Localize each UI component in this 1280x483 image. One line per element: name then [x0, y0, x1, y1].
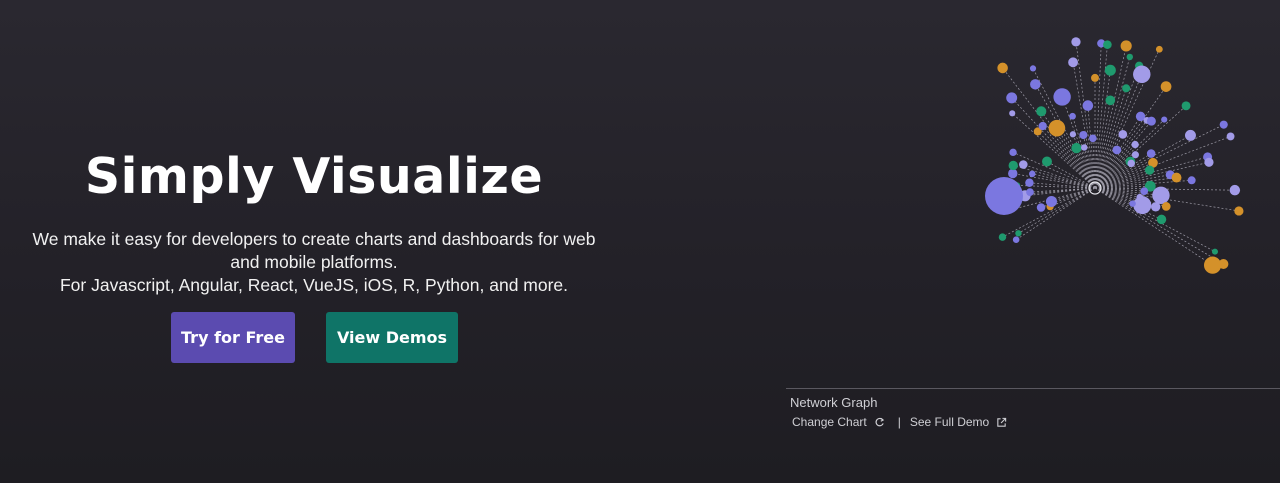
graph-node	[1184, 129, 1196, 141]
graph-node	[1008, 160, 1018, 171]
graph-node	[1131, 140, 1139, 149]
graph-node	[1068, 57, 1078, 68]
graph-node	[1053, 88, 1071, 106]
graph-node	[1029, 65, 1037, 72]
graph-node	[1048, 119, 1066, 137]
graph-node	[1082, 100, 1094, 111]
try-for-free-button[interactable]: Try for Free	[171, 312, 295, 363]
graph-node	[1105, 95, 1116, 106]
graph-node	[1103, 40, 1112, 49]
chart-caption: Network Graph Change Chart | See Full De…	[786, 388, 1280, 429]
graph-node	[998, 233, 1007, 241]
graph-node	[1036, 203, 1046, 212]
graph-node	[1120, 40, 1132, 52]
graph-edge	[1094, 100, 1111, 189]
graph-edge	[1094, 187, 1162, 220]
graph-node	[1181, 101, 1191, 111]
graph-node	[1152, 186, 1170, 205]
graph-node	[1036, 106, 1047, 117]
graph-node	[1204, 157, 1214, 167]
graph-node	[1161, 116, 1168, 123]
graph-node	[1187, 176, 1196, 185]
graph-edge	[1094, 44, 1108, 189]
graph-node	[1226, 132, 1235, 141]
graph-node	[1029, 170, 1036, 178]
change-chart-link[interactable]: Change Chart	[792, 415, 885, 429]
graph-edge	[1011, 97, 1096, 189]
change-chart-label: Change Chart	[792, 415, 867, 429]
graph-node	[1203, 256, 1222, 274]
graph-node	[1211, 248, 1218, 255]
graph-node	[1171, 172, 1182, 183]
graph-node	[1146, 116, 1156, 126]
graph-edge	[1094, 56, 1131, 189]
graph-node	[1146, 149, 1156, 158]
graph-edge	[1049, 187, 1096, 207]
graph-edge	[1075, 41, 1096, 189]
external-link-icon	[997, 417, 1007, 427]
graph-node	[1012, 236, 1020, 244]
graph-edge	[1061, 96, 1096, 189]
graph-node	[1026, 188, 1034, 196]
graph-node	[1219, 120, 1228, 129]
graph-node	[1009, 110, 1016, 117]
refresh-icon	[875, 417, 884, 426]
graph-node	[1081, 144, 1088, 151]
graph-nodes	[985, 37, 1244, 274]
chart-links: Change Chart | See Full Demo	[792, 415, 1007, 429]
link-separator: |	[897, 415, 901, 429]
graph-node	[1229, 184, 1241, 196]
subtitle-line: We make it easy for developers to create…	[32, 229, 596, 249]
network-graph[interactable]	[960, 30, 1260, 350]
graph-node	[985, 177, 1023, 215]
graph-node	[1155, 45, 1163, 53]
graph-node	[1127, 159, 1135, 168]
graph-node	[1112, 145, 1122, 155]
graph-node	[1145, 165, 1155, 175]
graph-node	[1129, 200, 1136, 207]
graph-node	[1089, 134, 1097, 143]
graph-node	[1133, 65, 1151, 84]
subtitle-line: and mobile platforms.	[230, 252, 398, 272]
graph-edges	[1002, 41, 1239, 266]
graph-node	[1019, 160, 1028, 169]
graph-node	[1069, 131, 1077, 138]
graph-node	[1104, 64, 1116, 76]
graph-node	[1030, 79, 1041, 90]
graph-node	[1161, 202, 1171, 211]
graph-node	[1079, 130, 1088, 140]
subtitle-line: For Javascript, Angular, React, VueJS, i…	[59, 275, 569, 295]
graph-node	[1091, 73, 1099, 82]
graph-node	[1150, 202, 1161, 212]
graph-node	[1008, 168, 1018, 179]
graph-node	[1160, 81, 1172, 92]
graph-node	[1156, 214, 1167, 225]
view-demos-button[interactable]: View Demos	[326, 312, 458, 363]
graph-node	[1025, 178, 1034, 187]
hero-subtitle: We make it easy for developers to create…	[20, 228, 608, 297]
graph-node	[1071, 142, 1082, 154]
graph-node	[1071, 37, 1081, 47]
see-full-demo-link[interactable]: See Full Demo	[910, 415, 1007, 429]
graph-node	[1041, 156, 1052, 167]
graph-node	[997, 62, 1008, 74]
graph-node	[1009, 148, 1017, 157]
graph-node	[1133, 196, 1152, 215]
graph-node	[1126, 53, 1133, 61]
graph-node	[1234, 206, 1244, 216]
graph-node	[1015, 230, 1022, 237]
chart-title: Network Graph	[790, 395, 878, 410]
graph-node	[1118, 129, 1128, 139]
graph-node	[1131, 151, 1139, 159]
page-title: Simply Visualize	[84, 148, 544, 205]
graph-node	[1045, 195, 1057, 208]
graph-node	[1122, 84, 1131, 93]
graph-node	[1140, 187, 1149, 196]
graph-node	[1006, 92, 1018, 104]
graph-edge	[1032, 173, 1096, 189]
full-demo-label: See Full Demo	[909, 415, 990, 429]
graph-node	[1038, 121, 1047, 131]
graph-node	[1069, 112, 1076, 120]
hero-section: Simply Visualize We make it easy for dev…	[0, 0, 628, 483]
